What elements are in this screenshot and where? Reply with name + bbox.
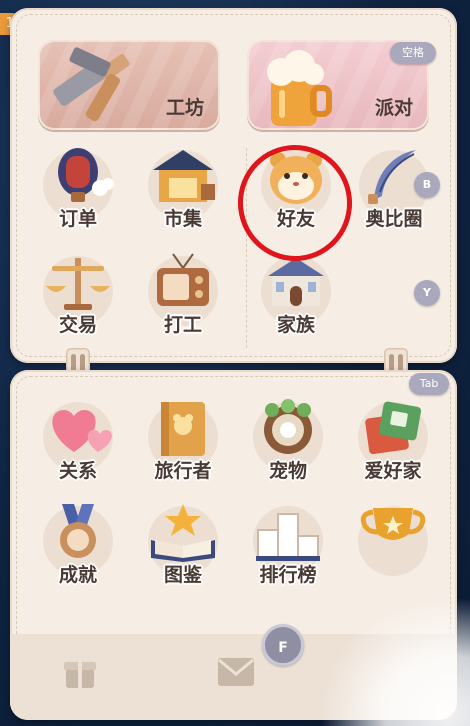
pets-button[interactable]: 宠物 <box>242 399 334 502</box>
market-button[interactable]: 市集 <box>137 150 229 250</box>
top-menu-panel: 工坊 派对 空格 订单 市集 好友 奥比圈 B 交易 打工 家族 Y <box>10 8 457 363</box>
workshop-button[interactable]: 工坊 <box>38 40 220 130</box>
obi-circle-label: 奥比圈 <box>365 208 423 230</box>
traveler-label: 旅行者 <box>154 460 212 482</box>
collection-label: 图鉴 <box>163 564 202 586</box>
b-key-hint: B <box>414 172 440 198</box>
hearts-icon <box>52 410 112 452</box>
relations-button[interactable]: 关系 <box>32 402 124 502</box>
parttime-job-label: 打工 <box>163 314 202 336</box>
saw-hammer-icon <box>53 47 130 122</box>
trophy-icon <box>360 508 426 540</box>
relations-label: 关系 <box>58 460 97 482</box>
hobbyist-label: 爱好家 <box>364 460 422 482</box>
leaderboard-label: 排行榜 <box>259 564 317 586</box>
beer-mug-icon <box>267 50 332 126</box>
collection-button[interactable]: 图鉴 <box>137 504 229 606</box>
family-button[interactable]: 家族 <box>250 256 342 356</box>
mail-icon[interactable] <box>216 656 256 688</box>
balance-scale-icon <box>46 258 110 310</box>
gift-icon[interactable] <box>62 654 98 690</box>
parttime-job-button[interactable]: 打工 <box>137 253 229 356</box>
hobby-cards-icon <box>365 401 422 455</box>
trade-label: 交易 <box>58 314 97 336</box>
market-label: 市集 <box>163 208 202 230</box>
party-label: 派对 <box>374 97 413 119</box>
family-label: 家族 <box>276 314 315 336</box>
pet-nest-icon <box>264 399 312 454</box>
hot-air-balloon-icon <box>58 148 114 202</box>
trade-button[interactable]: 交易 <box>32 256 124 356</box>
order-label: 订单 <box>58 208 97 230</box>
achievements-label: 成就 <box>58 564 97 586</box>
achievements-button[interactable]: 成就 <box>32 504 124 606</box>
obi-circle-button[interactable]: 奥比圈 <box>348 150 440 250</box>
radio-icon <box>157 253 209 306</box>
journal-book-icon <box>161 402 205 456</box>
workshop-label: 工坊 <box>165 97 204 119</box>
podium-icon <box>256 513 320 561</box>
f-key-hint: F <box>262 624 304 666</box>
medal-icon <box>60 504 96 558</box>
pets-label: 宠物 <box>268 460 307 482</box>
order-button[interactable]: 订单 <box>32 148 124 250</box>
leaderboard-button[interactable]: 排行榜 <box>242 506 334 606</box>
space-key-hint: 空格 <box>390 42 436 64</box>
hobbyist-button[interactable]: 爱好家 <box>347 401 439 502</box>
corner-watermark <box>320 596 470 726</box>
tab-key-hint: Tab <box>409 373 449 395</box>
trophy-button[interactable] <box>347 506 439 606</box>
open-book-star-icon <box>151 504 215 562</box>
y-key-hint: Y <box>414 280 440 306</box>
traveler-button[interactable]: 旅行者 <box>137 402 229 502</box>
market-stall-icon <box>153 150 215 202</box>
